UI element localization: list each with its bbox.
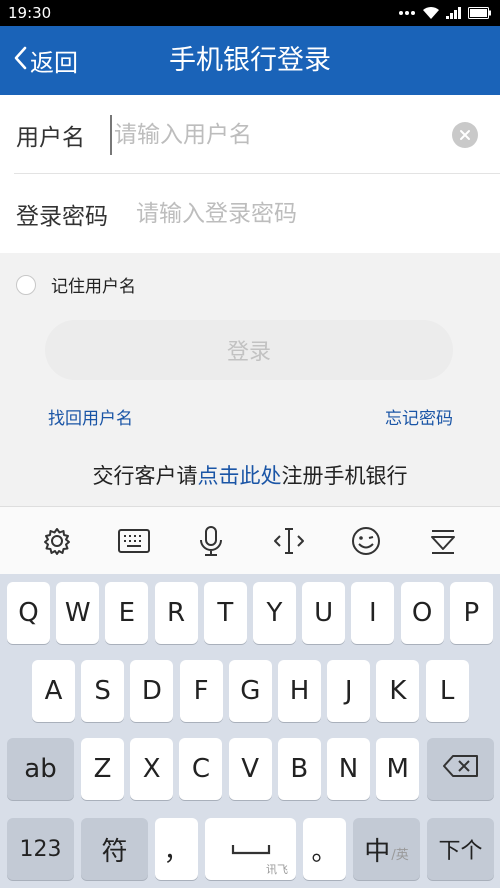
password-input[interactable] bbox=[136, 193, 476, 234]
key-g[interactable]: G bbox=[228, 660, 272, 722]
key-n[interactable]: N bbox=[327, 738, 370, 800]
chevron-left-icon bbox=[12, 45, 30, 77]
symbols-key[interactable]: 符 bbox=[81, 818, 148, 880]
key-w[interactable]: W bbox=[56, 582, 100, 644]
login-form: 用户名 登录密码 bbox=[0, 95, 500, 253]
password-row: 登录密码 bbox=[0, 174, 500, 253]
key-p[interactable]: P bbox=[449, 582, 493, 644]
key-q[interactable]: Q bbox=[7, 582, 50, 644]
key-a[interactable]: A bbox=[32, 660, 75, 722]
key-r[interactable]: R bbox=[154, 582, 198, 644]
username-label: 用户名 bbox=[16, 124, 85, 151]
keyboard-icon[interactable] bbox=[114, 521, 154, 561]
more-dots-icon bbox=[398, 10, 416, 16]
keyboard-toolbar bbox=[0, 506, 500, 574]
next-key[interactable]: 下个 bbox=[427, 818, 494, 880]
key-v[interactable]: V bbox=[228, 738, 272, 800]
key-j[interactable]: J bbox=[327, 660, 371, 722]
login-screen: 19:30 返回 手机银行登录 用户名 请输入用户名 登录密码 记住用户名 登录… bbox=[0, 0, 500, 888]
gear-icon[interactable] bbox=[37, 521, 77, 561]
keyboard: ab 123 符 ， 讯飞 。 中/英 下个 QWERTYUIOP ASDFGHJ… bbox=[0, 574, 500, 888]
key-x[interactable]: X bbox=[130, 738, 174, 800]
cursor-icon[interactable] bbox=[269, 521, 309, 561]
back-label: 返回 bbox=[30, 49, 78, 77]
username-row: 用户名 bbox=[0, 95, 500, 174]
emoji-icon[interactable] bbox=[346, 521, 386, 561]
signal-icon bbox=[446, 7, 462, 19]
key-s[interactable]: S bbox=[81, 660, 125, 722]
key-u[interactable]: U bbox=[302, 582, 346, 644]
back-button[interactable]: 返回 bbox=[12, 26, 78, 95]
nav-bar: 返回 手机银行登录 bbox=[0, 26, 500, 95]
key-k[interactable]: K bbox=[376, 660, 420, 722]
period-key[interactable]: 。 bbox=[303, 818, 346, 880]
key-e[interactable]: E bbox=[105, 582, 149, 644]
key-d[interactable]: D bbox=[130, 660, 174, 722]
radio-icon bbox=[16, 274, 36, 295]
numbers-key[interactable]: 123 bbox=[7, 818, 74, 880]
remember-username-checkbox[interactable]: 记住用户名 bbox=[16, 272, 136, 297]
space-key[interactable]: 讯飞 bbox=[205, 818, 296, 880]
key-z[interactable]: Z bbox=[81, 738, 124, 800]
login-button[interactable]: 登录 bbox=[45, 320, 453, 380]
key-i[interactable]: I bbox=[351, 582, 395, 644]
key-b[interactable]: B bbox=[277, 738, 321, 800]
wifi-icon bbox=[422, 6, 440, 20]
collapse-keyboard-icon[interactable] bbox=[423, 521, 463, 561]
status-time: 19:30 bbox=[8, 4, 52, 22]
forgot-password-link[interactable]: 忘记密码 bbox=[385, 404, 453, 429]
key-f[interactable]: F bbox=[179, 660, 223, 722]
register-link[interactable]: 点击此处 bbox=[198, 464, 282, 488]
password-label: 登录密码 bbox=[16, 203, 108, 230]
key-c[interactable]: C bbox=[179, 738, 223, 800]
lang-sub-label: /英 bbox=[391, 847, 409, 863]
key-m[interactable]: M bbox=[376, 738, 420, 800]
space-icon bbox=[231, 834, 271, 864]
status-icons bbox=[398, 6, 492, 20]
username-input[interactable] bbox=[110, 114, 430, 155]
key-l[interactable]: L bbox=[425, 660, 469, 722]
key-y[interactable]: Y bbox=[253, 582, 296, 644]
backspace-key[interactable] bbox=[427, 738, 494, 800]
space-sub-label: 讯飞 bbox=[266, 863, 288, 876]
register-text: 交行客户请点击此处注册手机银行 bbox=[0, 460, 500, 490]
key-t[interactable]: T bbox=[203, 582, 247, 644]
lang-main-label: 中 bbox=[364, 836, 391, 867]
shift-key[interactable]: ab bbox=[7, 738, 74, 800]
microphone-icon[interactable] bbox=[191, 521, 231, 561]
comma-key[interactable]: ， bbox=[155, 818, 198, 880]
register-suffix: 注册手机银行 bbox=[281, 464, 408, 488]
key-h[interactable]: H bbox=[278, 660, 321, 722]
battery-icon bbox=[468, 7, 492, 19]
language-switch-key[interactable]: 中/英 bbox=[353, 818, 420, 880]
remember-username-label: 记住用户名 bbox=[51, 277, 136, 297]
register-prefix: 交行客户请 bbox=[92, 464, 198, 488]
retrieve-username-link[interactable]: 找回用户名 bbox=[48, 404, 133, 429]
clear-icon[interactable] bbox=[452, 121, 478, 148]
backspace-icon bbox=[442, 754, 479, 784]
status-bar: 19:30 bbox=[0, 0, 500, 26]
key-o[interactable]: O bbox=[400, 582, 444, 644]
